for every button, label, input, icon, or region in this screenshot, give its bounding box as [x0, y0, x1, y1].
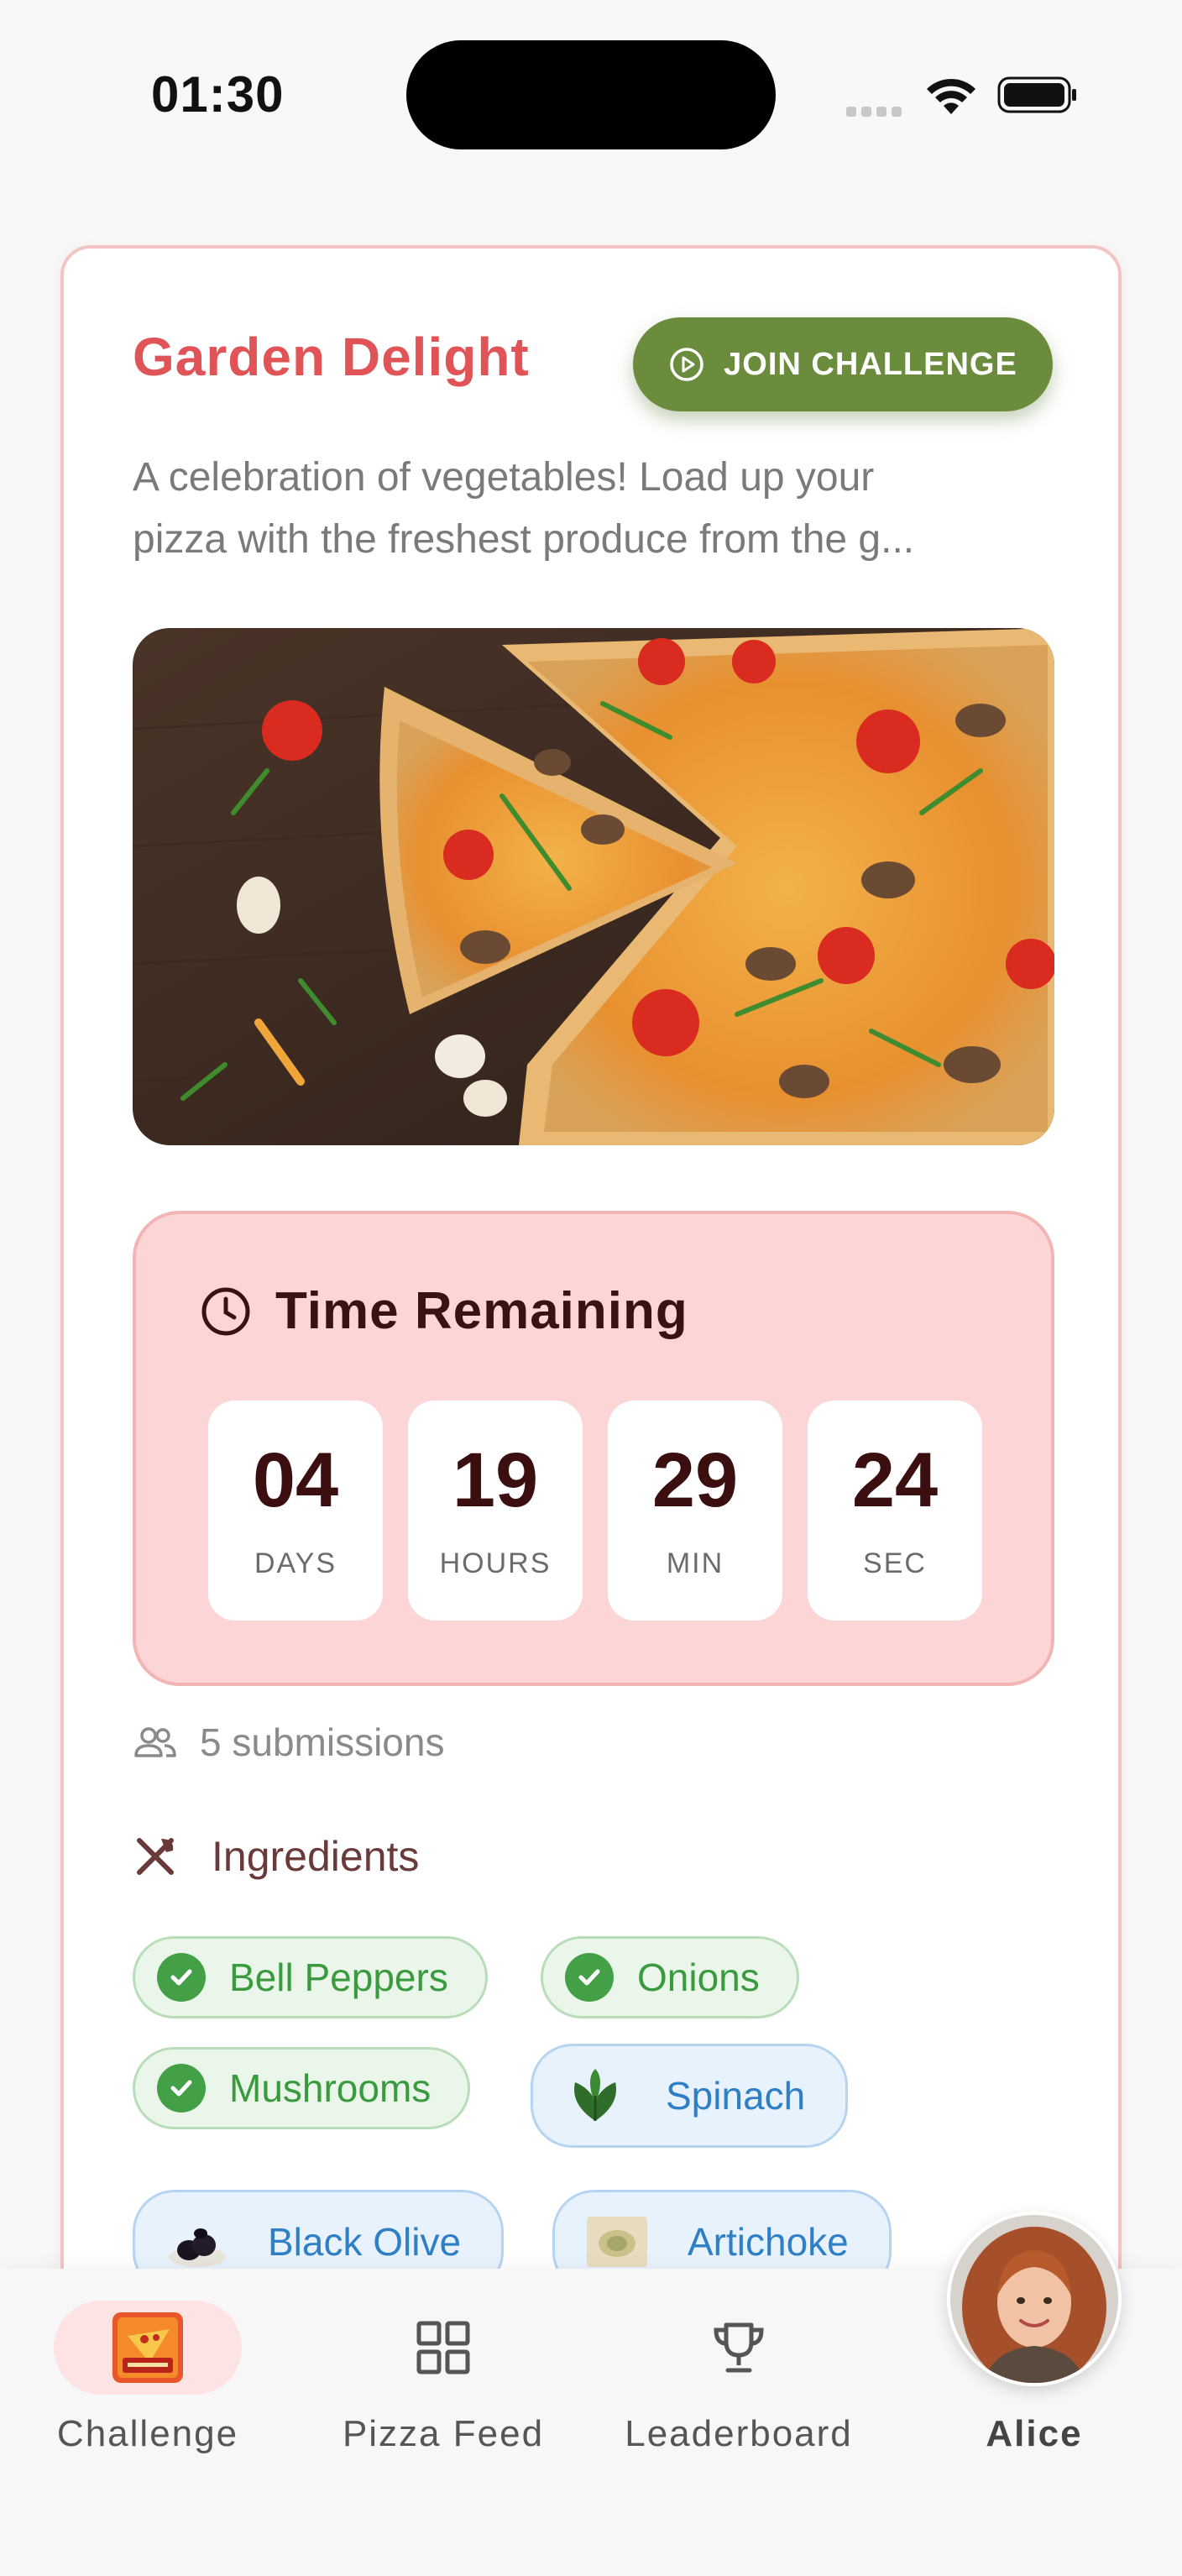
clock-icon	[201, 1287, 250, 1335]
countdown-seconds: 24 SEC	[808, 1401, 982, 1620]
countdown-label: MIN	[666, 1547, 724, 1579]
spinach-icon	[562, 2062, 629, 2129]
timer-title: Time Remaining	[275, 1282, 688, 1340]
challenge-description: A celebration of vegetables! Load up you…	[133, 447, 1073, 571]
countdown-value: 04	[252, 1437, 339, 1523]
countdown-value: 29	[651, 1437, 739, 1523]
signal-dots-icon	[846, 104, 907, 117]
avatar[interactable]	[947, 2212, 1122, 2386]
timer-header: Time Remaining	[200, 1281, 688, 1341]
nav-icon-slot	[349, 2301, 537, 2395]
challenge-title: Garden Delight	[133, 327, 530, 387]
countdown-hours: 19 HOURS	[408, 1401, 583, 1620]
nav-label: Challenge	[56, 2413, 239, 2454]
nav-item-challenge[interactable]: Challenge	[22, 2301, 274, 2469]
countdown-label: DAYS	[254, 1547, 337, 1579]
nav-active-indicator	[54, 2301, 242, 2395]
time-remaining-panel: Time Remaining 04 DAYS 19 HOURS 29 MIN 2…	[133, 1211, 1054, 1686]
countdown-minutes: 29 MIN	[608, 1401, 782, 1620]
challenge-card: Garden Delight JOIN CHALLENGE A celebrat…	[60, 245, 1122, 2576]
ingredient-label: Spinach	[666, 2074, 806, 2118]
ingredients-title: Ingredients	[212, 1833, 420, 1880]
join-challenge-button[interactable]: JOIN CHALLENGE	[633, 317, 1053, 411]
check-circle-icon	[157, 2064, 206, 2113]
submissions-count[interactable]: 5 submissions	[133, 1720, 444, 1765]
nav-label: Leaderboard	[625, 2413, 853, 2454]
countdown: 04 DAYS 19 HOURS 29 MIN 24 SEC	[208, 1401, 982, 1620]
pizza-challenge-icon	[112, 2312, 183, 2383]
ingredient-label: Black Olive	[268, 2220, 462, 2264]
grid-icon	[416, 2321, 470, 2374]
status-time: 01:30	[151, 66, 285, 123]
ingredient-label: Mushrooms	[229, 2066, 431, 2110]
countdown-label: HOURS	[439, 1547, 552, 1579]
countdown-label: SEC	[863, 1547, 927, 1579]
description-line: A celebration of vegetables! Load up you…	[133, 455, 875, 500]
ingredient-chip-mushrooms[interactable]: Mushrooms	[133, 2047, 471, 2129]
dynamic-island	[406, 40, 776, 149]
ingredient-label: Onions	[637, 1956, 760, 1999]
artichoke-icon	[583, 2208, 651, 2275]
nav-item-pizza-feed[interactable]: Pizza Feed	[317, 2301, 569, 2469]
wifi-icon	[927, 78, 975, 114]
ingredient-chip-spinach[interactable]: Spinach	[531, 2044, 849, 2148]
users-icon	[134, 1727, 176, 1757]
trophy-icon	[714, 2322, 764, 2373]
nav-item-leaderboard[interactable]: Leaderboard	[613, 2301, 865, 2469]
countdown-value: 19	[452, 1437, 539, 1523]
status-bar: 01:30	[0, 0, 1182, 193]
play-circle-icon	[670, 348, 703, 381]
nav-label: Alice	[986, 2413, 1083, 2454]
ingredient-chip-bell-peppers[interactable]: Bell Peppers	[133, 1936, 488, 2018]
pizza-photo	[133, 628, 1054, 1145]
ingredients-header: Ingredients	[133, 1832, 419, 1881]
join-challenge-label: JOIN CHALLENGE	[724, 346, 1017, 382]
app-screen: 01:30 Garden Delight JOIN CHALLENGE A ce…	[0, 0, 1182, 2576]
countdown-days: 04 DAYS	[208, 1401, 383, 1620]
black-olive-icon	[164, 2208, 231, 2275]
ingredient-label: Bell Peppers	[229, 1956, 448, 1999]
utensils-icon	[137, 1838, 174, 1875]
battery-icon	[997, 76, 1076, 113]
nav-icon-slot	[645, 2301, 833, 2395]
ingredient-label: Artichoke	[688, 2220, 849, 2264]
check-circle-icon	[157, 1953, 206, 2002]
nav-label: Pizza Feed	[342, 2413, 545, 2454]
description-line: pizza with the freshest produce from the…	[133, 517, 915, 562]
countdown-value: 24	[851, 1437, 939, 1523]
submissions-label: 5 submissions	[200, 1720, 445, 1764]
ingredient-chip-onions[interactable]: Onions	[541, 1936, 799, 2018]
check-circle-icon	[565, 1953, 614, 2002]
